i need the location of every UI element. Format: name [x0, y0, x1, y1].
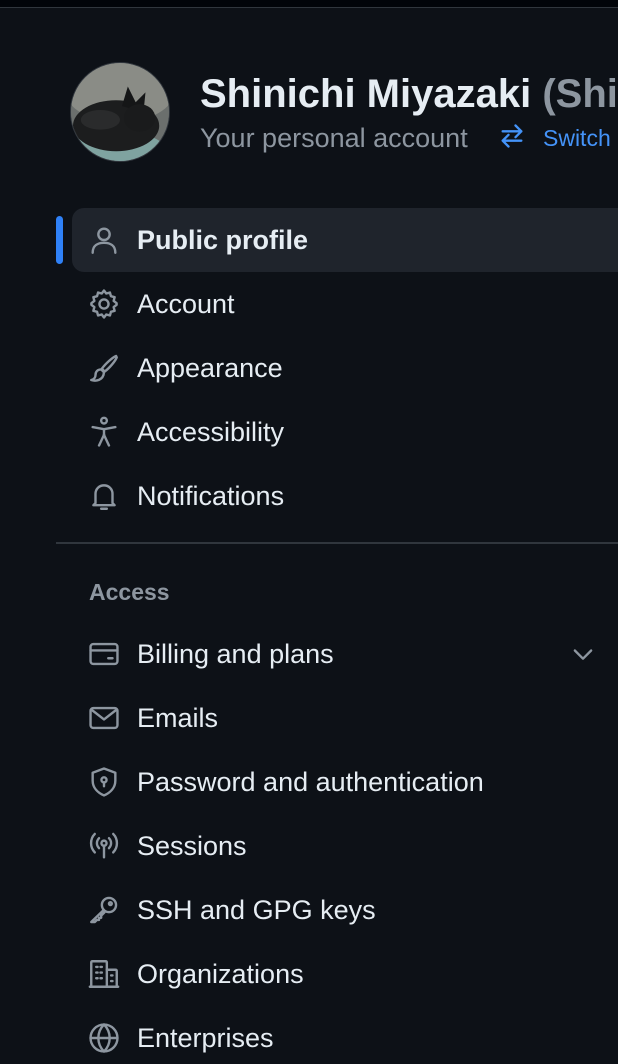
nav-item-label: SSH and GPG keys [137, 895, 376, 925]
nav-item-label: Billing and plans [137, 639, 334, 669]
settings-page: Shinichi Miyazaki (Shin Your personal ac… [0, 0, 618, 1064]
arrow-switch-icon[interactable] [498, 122, 526, 150]
nav-item-label: Enterprises [137, 1023, 274, 1053]
key-icon [87, 893, 121, 927]
nav-item-ssh-and-gpg-keys[interactable]: SSH and GPG keys [72, 878, 618, 942]
switch-account-link[interactable]: Switch [543, 120, 611, 156]
mail-icon [87, 701, 121, 735]
nav-item-public-profile[interactable]: Public profile [72, 208, 618, 272]
shield-lock-icon [87, 765, 121, 799]
avatar[interactable] [70, 62, 170, 162]
account-type-label: Your personal account [200, 123, 468, 153]
nav-item-notifications[interactable]: Notifications [72, 464, 618, 528]
top-bar-border [0, 0, 618, 8]
globe-icon [87, 1021, 121, 1055]
nav-item-label: Emails [137, 703, 219, 733]
nav-item-enterprises[interactable]: Enterprises [72, 1006, 618, 1064]
nav-item-label: Organizations [137, 959, 304, 989]
nav-item-label: Sessions [137, 831, 247, 861]
nav-item-emails[interactable]: Emails [72, 686, 618, 750]
nav-item-label: Password and authentication [137, 767, 484, 797]
username-handle: (Shin [542, 72, 618, 116]
chevron-down-icon[interactable] [569, 640, 597, 668]
gear-icon [87, 287, 121, 321]
paintbrush-icon [87, 351, 121, 385]
nav-item-label: Public profile [137, 225, 309, 255]
nav-item-label: Appearance [137, 353, 283, 383]
nav-item-appearance[interactable]: Appearance [72, 336, 618, 400]
nav-item-account[interactable]: Account [72, 272, 618, 336]
nav-item-label: Accessibility [137, 417, 285, 447]
nav-divider [56, 542, 618, 544]
profile-name-heading: Shinichi Miyazaki (Shin [200, 70, 618, 118]
display-name: Shinichi Miyazaki [200, 72, 532, 116]
nav-item-organizations[interactable]: Organizations [72, 942, 618, 1006]
section-heading-access: Access [89, 579, 170, 605]
nav-item-password-and-authentication[interactable]: Password and authentication [72, 750, 618, 814]
avatar-photo [71, 63, 169, 161]
bell-icon [87, 479, 121, 513]
person-icon [87, 223, 121, 257]
broadcast-icon [87, 829, 121, 863]
nav-item-sessions[interactable]: Sessions [72, 814, 618, 878]
active-item-indicator [56, 216, 63, 264]
nav-item-billing-and-plans[interactable]: Billing and plans [72, 622, 618, 686]
nav-item-label: Notifications [137, 481, 285, 511]
nav-item-label: Account [137, 289, 235, 319]
credit-card-icon [87, 637, 121, 671]
nav-item-accessibility[interactable]: Accessibility [72, 400, 618, 464]
organization-icon [87, 957, 121, 991]
accessibility-icon [87, 415, 121, 449]
